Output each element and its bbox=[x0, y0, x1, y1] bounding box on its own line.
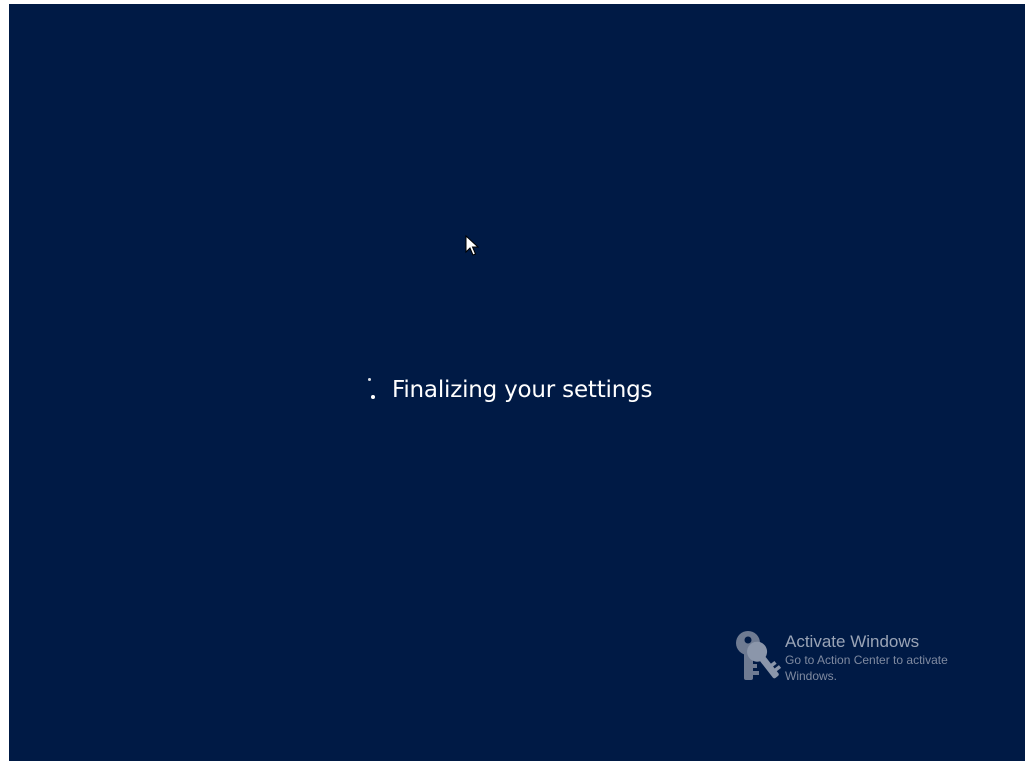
keys-icon bbox=[736, 631, 782, 680]
watermark-title: Activate Windows bbox=[785, 632, 920, 651]
setup-screen: Finalizing your settings Activate Window… bbox=[9, 4, 1025, 761]
spinner-dot bbox=[371, 395, 375, 399]
setup-status: Finalizing your settings bbox=[363, 370, 652, 410]
status-message: Finalizing your settings bbox=[392, 377, 653, 403]
activate-windows-watermark: Activate Windows Go to Action Center to … bbox=[728, 628, 948, 686]
mouse-cursor-icon bbox=[465, 235, 479, 256]
watermark-text: Activate Windows Go to Action Center to … bbox=[785, 632, 948, 684]
watermark-line-2: Windows. bbox=[785, 669, 838, 683]
loading-dots-icon bbox=[363, 372, 377, 408]
spinner-dot bbox=[368, 378, 371, 381]
watermark-line-1: Go to Action Center to activate bbox=[785, 653, 948, 667]
screenshot-frame: Finalizing your settings Activate Window… bbox=[0, 0, 1029, 767]
